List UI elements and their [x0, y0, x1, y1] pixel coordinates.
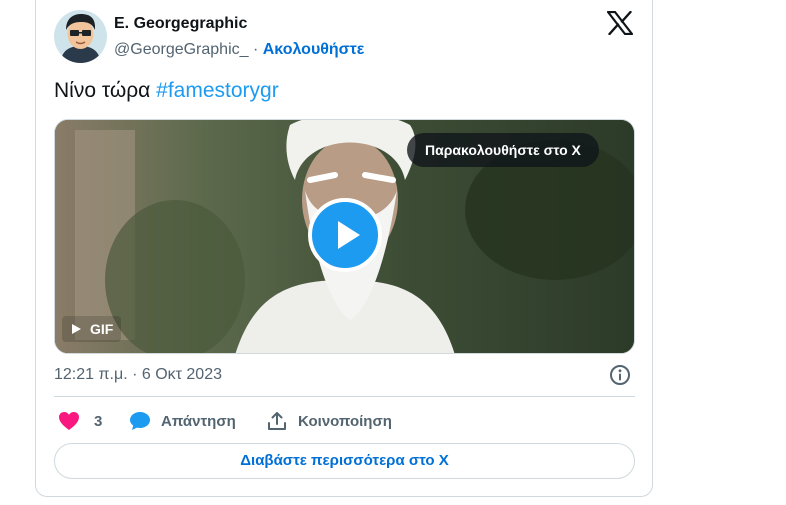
like-button[interactable]: 3	[58, 406, 102, 436]
x-logo-icon[interactable]	[606, 10, 634, 36]
gif-label: GIF	[90, 321, 114, 337]
play-icon	[338, 221, 360, 249]
read-more-button[interactable]: Διαβάστε περισσότερα στο X	[54, 443, 635, 479]
tweet-body: Νίνο τώρα	[54, 79, 157, 102]
handle-separator: ·	[248, 41, 263, 58]
reply-bubble-icon	[130, 412, 150, 430]
reply-label: Απάντηση	[161, 412, 236, 430]
author-handle-row: @GeorgeGraphic_ · Ακολουθήστε	[114, 41, 364, 59]
tweet-actions: 3 Απάντηση Κοινοποίηση	[54, 406, 635, 436]
share-label: Κοινοποίηση	[298, 412, 392, 430]
reply-button[interactable]: Απάντηση	[129, 406, 236, 436]
heart-icon	[59, 412, 79, 430]
divider	[54, 396, 635, 397]
avatar[interactable]	[54, 10, 107, 63]
tweet-timestamp[interactable]: 12:21 π.μ. · 6 Οκτ 2023	[54, 366, 222, 384]
tweet-text: Νίνο τώρα #famestorygr	[54, 79, 279, 103]
author-handle[interactable]: @GeorgeGraphic_	[114, 41, 249, 58]
watch-on-x-button[interactable]: Παρακολουθήστε στο X	[407, 133, 599, 167]
share-button[interactable]: Κοινοποίηση	[266, 406, 392, 436]
gif-play-icon	[72, 324, 81, 334]
info-icon[interactable]	[609, 364, 631, 386]
like-count: 3	[94, 412, 103, 430]
follow-button[interactable]: Ακολουθήστε	[263, 41, 365, 58]
play-button[interactable]	[308, 198, 382, 272]
hashtag-link[interactable]: #famestorygr	[156, 79, 279, 102]
share-icon	[268, 412, 286, 430]
author-name[interactable]: E. Georgegraphic	[114, 15, 247, 33]
gif-badge: GIF	[62, 316, 122, 342]
